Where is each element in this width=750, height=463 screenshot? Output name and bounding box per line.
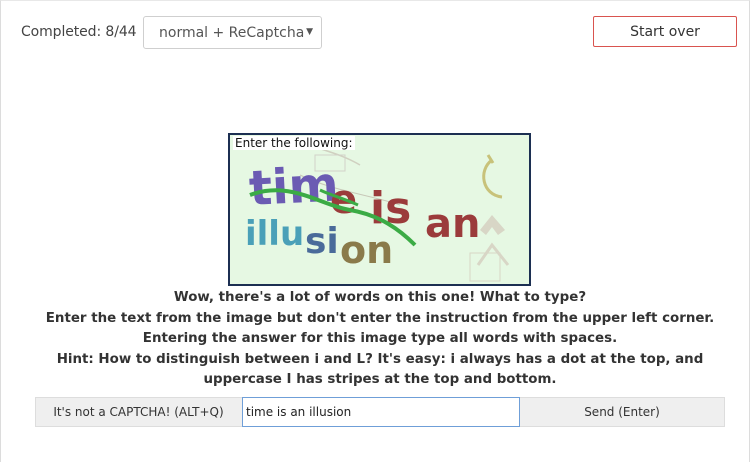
answer-bar: It's not a CAPTCHA! (ALT+Q) time is an i… bbox=[35, 397, 725, 427]
instruction-line: Enter the text from the image but don't … bbox=[45, 310, 715, 326]
top-bar: Completed: 8/44 normal + ReCaptcha ▼ Sta… bbox=[0, 0, 750, 60]
instructions-block: Wow, there's a lot of words on this one!… bbox=[30, 288, 730, 391]
start-over-button[interactable]: Start over bbox=[593, 16, 737, 47]
captcha-word-on: on bbox=[340, 228, 393, 272]
not-a-captcha-button[interactable]: It's not a CAPTCHA! (ALT+Q) bbox=[36, 398, 241, 426]
mode-select[interactable]: normal + ReCaptcha ▼ bbox=[143, 16, 322, 49]
captcha-image: Enter the following: tim e is an illu si… bbox=[228, 133, 531, 286]
instruction-line: Entering the answer for this image type … bbox=[142, 331, 618, 346]
captcha-answer-input[interactable]: time is an illusion bbox=[242, 397, 520, 427]
instruction-line: Hint: How to distinguish between i and L… bbox=[56, 351, 704, 388]
captcha-word-time: tim bbox=[248, 156, 340, 217]
send-button[interactable]: Send (Enter) bbox=[520, 398, 724, 426]
completed-counter: Completed: 8/44 bbox=[21, 24, 137, 40]
captcha-word-illu: illu bbox=[245, 214, 304, 254]
captcha-word-sion: si bbox=[305, 221, 339, 262]
chevron-down-icon: ▼ bbox=[306, 27, 313, 37]
instruction-line: Wow, there's a lot of words on this one!… bbox=[173, 290, 587, 305]
mode-select-value: normal + ReCaptcha bbox=[159, 25, 305, 41]
captcha-word-an: an bbox=[425, 201, 480, 247]
captcha-text-art: tim e is an illu si on bbox=[245, 156, 480, 272]
